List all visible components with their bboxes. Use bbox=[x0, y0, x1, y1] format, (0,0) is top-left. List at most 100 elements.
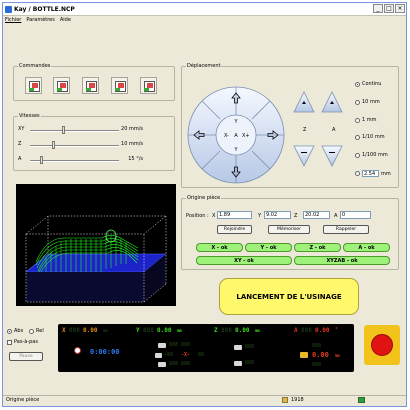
origine-label: Origine pièce bbox=[186, 195, 222, 201]
z-ok-button[interactable]: Z - ok bbox=[294, 243, 341, 252]
cmd-1-button[interactable] bbox=[25, 77, 42, 94]
dro-mid-x: -X- bbox=[181, 352, 191, 358]
dro-mid-right: 88 bbox=[198, 352, 205, 358]
speed-z-track[interactable] bbox=[30, 145, 119, 147]
dro-x-axis: X bbox=[62, 327, 66, 334]
dro-r-bottom: 888 bbox=[312, 362, 322, 368]
dro-r-unit: mm bbox=[335, 353, 340, 358]
dro-a-value: 0.00 bbox=[315, 327, 330, 334]
cmd-5-button[interactable] bbox=[140, 77, 157, 94]
mode-rel[interactable]: Rel bbox=[29, 328, 44, 334]
step-tenth-label: 1/10 mm bbox=[362, 134, 385, 140]
dro-y-axis: Y bbox=[136, 327, 140, 334]
speed-z-slider[interactable] bbox=[52, 141, 55, 149]
cmd-4-button[interactable] bbox=[111, 77, 128, 94]
mode-abs-radio[interactable] bbox=[7, 328, 12, 334]
step-10mm-radio[interactable] bbox=[355, 99, 360, 105]
minimize-button[interactable]: _ bbox=[373, 4, 383, 13]
launch-machining-button[interactable]: LANCEMENT DE L'USINAGE bbox=[219, 278, 359, 315]
step-hundredth-radio[interactable] bbox=[355, 152, 360, 158]
a-ok-button[interactable]: A - ok bbox=[343, 243, 390, 252]
step-hundredth[interactable]: 1/100 mm bbox=[355, 152, 388, 158]
step-tenth[interactable]: 1/10 mm bbox=[355, 134, 385, 140]
mode-abs[interactable]: Abs bbox=[7, 328, 23, 334]
dro-r-main: 0.00 bbox=[312, 351, 329, 359]
step-1mm-radio[interactable] bbox=[355, 117, 360, 123]
dro-z-value: 0.00 bbox=[235, 327, 250, 334]
z-down-button[interactable] bbox=[293, 145, 315, 167]
memoriser-button[interactable]: Mémoriser bbox=[268, 225, 310, 234]
menu-fichier[interactable]: Fichier bbox=[5, 17, 21, 23]
coolant-icon bbox=[234, 345, 242, 350]
emergency-stop-button[interactable] bbox=[364, 325, 400, 365]
spindle-icon bbox=[158, 343, 166, 348]
dro-feed-bottom: 888 888 bbox=[169, 361, 191, 367]
step-mode[interactable]: Pas-à-pas bbox=[7, 339, 38, 345]
commandes-panel: Commandes bbox=[13, 63, 175, 101]
dro-z-ghost: 888 bbox=[221, 327, 232, 334]
step-10mm[interactable]: 10 mm bbox=[355, 99, 380, 105]
dro-y-unit: mm bbox=[177, 328, 182, 333]
step-custom-input[interactable]: 2.54 bbox=[362, 170, 379, 177]
dro-z-axis: Z bbox=[214, 327, 218, 334]
origin-z-input[interactable]: 20.02 bbox=[303, 211, 330, 219]
mode-rel-radio[interactable] bbox=[29, 328, 34, 334]
stop-icon bbox=[371, 334, 393, 356]
step-continu[interactable]: Continu bbox=[355, 81, 381, 87]
step-custom-unit: mm bbox=[381, 170, 391, 177]
xyzab-ok-button[interactable]: XYZAB - ok bbox=[294, 256, 390, 265]
speed-xy-track[interactable] bbox=[30, 130, 119, 132]
dro-time: 0:00:00 bbox=[90, 348, 120, 356]
status-left-text: Origine pièce bbox=[6, 397, 40, 403]
z-down-icon bbox=[301, 152, 307, 153]
a-down-button[interactable] bbox=[321, 145, 343, 167]
jog-center-label: A bbox=[234, 133, 238, 139]
dro-feed-top: 888 888 bbox=[169, 342, 191, 348]
toolpath-preview-image bbox=[25, 215, 167, 303]
tool-icon bbox=[158, 362, 166, 367]
step-tenth-radio[interactable] bbox=[355, 134, 360, 140]
speed-xy-slider[interactable] bbox=[62, 126, 65, 134]
speed-a-slider[interactable] bbox=[40, 156, 43, 164]
rejoindre-button[interactable]: Rejoindre bbox=[217, 225, 252, 234]
pause-button[interactable]: Pause bbox=[9, 352, 43, 361]
jog-x-minus-label: X- bbox=[224, 133, 229, 139]
step-mode-checkbox[interactable] bbox=[7, 339, 12, 345]
maximize-button[interactable]: □ bbox=[384, 4, 394, 13]
speed-z-row: Z 10 mm/s bbox=[18, 140, 143, 150]
toolpath-3d-view[interactable] bbox=[16, 184, 176, 306]
speed-a-value: 15 °/s bbox=[128, 156, 143, 162]
dro-right-top-left: 888 bbox=[245, 344, 255, 350]
xy-ok-button[interactable]: XY - ok bbox=[196, 256, 292, 265]
speed-xy-label: XY bbox=[18, 126, 25, 132]
dro-a-unit: ° bbox=[335, 327, 339, 333]
feed-icon bbox=[155, 353, 162, 358]
speed-a-track[interactable] bbox=[30, 160, 119, 162]
step-custom-radio[interactable] bbox=[355, 171, 360, 176]
cmd-2-button[interactable] bbox=[53, 77, 70, 94]
dro-a-axis: A bbox=[294, 327, 298, 334]
vacuum-icon bbox=[234, 361, 242, 366]
x-ok-button[interactable]: X - ok bbox=[196, 243, 243, 252]
dro-panel: X 888 0.00 mm Y 888 0.00 mm Z 888 0.00 m… bbox=[58, 324, 354, 372]
dro-y-ghost: 888 bbox=[143, 327, 154, 334]
rappeler-button[interactable]: Rappeler bbox=[323, 225, 369, 234]
origin-y-input[interactable]: 9.02 bbox=[264, 211, 291, 219]
cmd-3-button[interactable] bbox=[82, 77, 99, 94]
probe-icon bbox=[300, 352, 308, 358]
dro-right-bottom-left: 888 bbox=[245, 360, 255, 366]
y-ok-button[interactable]: Y - ok bbox=[245, 243, 292, 252]
step-1mm[interactable]: 1 mm bbox=[355, 117, 377, 123]
step-continu-radio[interactable] bbox=[355, 81, 360, 87]
menu-parametres[interactable]: Paramètres bbox=[26, 17, 55, 23]
origin-z-prefix: Z bbox=[294, 213, 298, 219]
step-custom[interactable]: 2.54 mm bbox=[355, 170, 391, 177]
origin-y-prefix: Y bbox=[258, 213, 262, 219]
dro-r-top: 888 bbox=[312, 343, 322, 349]
menu-aide[interactable]: Aide bbox=[60, 17, 71, 23]
status-mid-text: 1918 bbox=[291, 397, 304, 403]
a-down-icon bbox=[329, 152, 335, 153]
origin-x-input[interactable]: 1.89 bbox=[217, 211, 252, 219]
origin-a-input[interactable]: 0 bbox=[340, 211, 371, 219]
close-button[interactable]: × bbox=[395, 4, 405, 13]
